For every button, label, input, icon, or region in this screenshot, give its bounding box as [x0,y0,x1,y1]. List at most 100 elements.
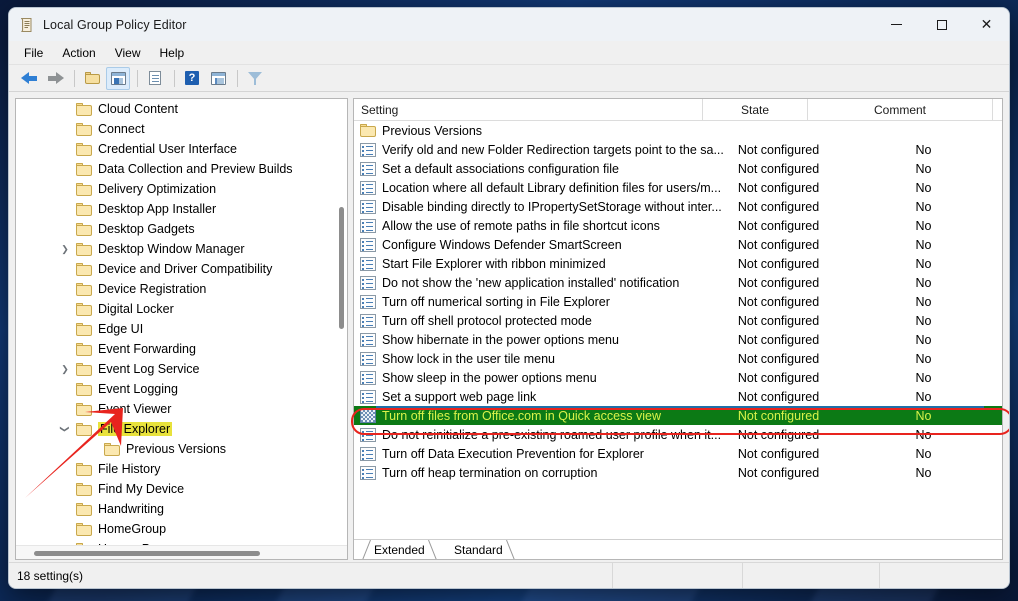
column-header-comment[interactable]: Comment [807,99,992,121]
table-row[interactable]: Do not reinitialize a pre-existing roame… [354,425,1002,444]
table-row[interactable]: Turn off heap termination on corruption N… [354,463,1002,482]
tree-node-label: Event Log Service [98,361,200,376]
tree-node[interactable]: ❯Event Forwarding [16,339,347,359]
folder-icon [76,342,92,356]
folder-icon [76,302,92,316]
tab-extended[interactable]: Extended [362,540,437,559]
policy-setting-icon [360,294,376,309]
table-row[interactable]: Disable binding directly to IPropertySet… [354,197,1002,216]
policy-setting-icon [360,256,376,271]
table-row[interactable]: Show lock in the user tile menu Not confi… [354,349,1002,368]
table-row[interactable]: Turn off Data Execution Prevention for E… [354,444,1002,463]
policy-setting-icon [360,389,376,404]
status-text: 18 setting(s) [17,568,84,583]
status-cell [879,563,1009,588]
local-group-policy-editor-window: Local Group Policy Editor ✕ File Action … [8,7,1010,589]
export-list-button[interactable] [143,67,167,90]
tab-standard-label: Standard [454,543,503,557]
table-row[interactable]: Previous Versions [354,121,1002,140]
tree-node[interactable]: ❯Device Registration [16,279,347,299]
tree-node[interactable]: ❯Handwriting [16,499,347,519]
menu-file[interactable]: File [15,43,52,63]
tree-node[interactable]: ❯Data Collection and Preview Builds [16,159,347,179]
minimize-button[interactable] [874,8,919,41]
toolbar-separator [137,69,138,87]
tab-standard[interactable]: Standard [450,540,515,559]
up-one-level-button[interactable] [80,67,104,90]
menu-help[interactable]: Help [151,43,194,63]
close-button[interactable]: ✕ [964,8,1009,41]
settings-list[interactable]: Previous Versions Verify old and new Fold… [354,121,1002,539]
column-header-state[interactable]: State [702,99,807,121]
tree-horizontal-scroll-thumb[interactable] [34,551,260,556]
tree-node[interactable]: ❯Connect [16,119,347,139]
show-hide-action-pane-button[interactable] [206,67,230,90]
table-row[interactable]: Allow the use of remote paths in file sh… [354,216,1002,235]
tree-node[interactable]: ❯Desktop App Installer [16,199,347,219]
tree-horizontal-scrollbar[interactable] [16,545,347,559]
folder-icon [76,122,92,136]
maximize-button[interactable] [919,8,964,41]
tree-node-label: Device and Driver Compatibility [98,261,273,276]
tree-node[interactable]: ❯ Event Log Service [16,359,347,379]
minimize-icon [891,24,902,25]
scroll-document-icon [19,17,35,33]
table-row[interactable]: Show hibernate in the power options menu… [354,330,1002,349]
setting-state: Not configured [737,294,820,309]
tree-node[interactable]: ❯Digital Locker [16,299,347,319]
table-row[interactable]: Verify old and new Folder Redirection ta… [354,140,1002,159]
tree-node[interactable]: ❯Edge UI [16,319,347,339]
table-row-selected[interactable]: Turn off files from Office.com in Quick … [354,406,1002,425]
table-row[interactable]: Configure Windows Defender SmartScreen No… [354,235,1002,254]
setting-state: Not configured [737,446,820,461]
policy-setting-icon [360,351,376,366]
policy-setting-icon [360,180,376,195]
tree-node-label: Desktop Gadgets [98,221,195,236]
table-row[interactable]: Turn off shell protocol protected mode No… [354,311,1002,330]
chevron-right-icon[interactable]: ❯ [58,242,72,256]
forward-button[interactable] [43,67,67,90]
tree-node[interactable]: ❯ Desktop Window Manager [16,239,347,259]
table-row[interactable]: Show sleep in the power options menu Not … [354,368,1002,387]
setting-name: Disable binding directly to IPropertySet… [382,199,722,214]
table-row[interactable]: Set a default associations configuration… [354,159,1002,178]
chevron-right-icon[interactable]: ❯ [58,362,72,376]
tree-node-label: Cloud Content [98,101,178,116]
setting-state: Not configured [737,161,820,176]
table-row[interactable]: Location where all default Library defin… [354,178,1002,197]
tree-node[interactable]: ❯Device and Driver Compatibility [16,259,347,279]
tree-node[interactable]: ❯Delivery Optimization [16,179,347,199]
tree-node[interactable]: ❯Event Logging [16,379,347,399]
column-header-filler [992,99,1002,121]
menu-action[interactable]: Action [53,43,104,63]
table-row[interactable]: Do not show the 'new application install… [354,273,1002,292]
filter-button[interactable] [243,67,267,90]
policy-setting-icon [360,370,376,385]
setting-comment: No [915,256,932,271]
toolbar: ? [9,65,1009,92]
policy-setting-icon [360,218,376,233]
setting-comment: No [915,465,932,480]
tree-vertical-scrollbar[interactable] [339,207,344,329]
folder-icon [76,362,92,376]
table-row[interactable]: Set a support web page link Not configure… [354,387,1002,406]
show-hide-console-tree-button[interactable] [106,66,130,90]
policy-setting-icon [360,161,376,176]
column-header-setting[interactable]: Setting [354,99,702,121]
tree-node[interactable]: ❯Cloud Content [16,99,347,119]
policy-setting-icon [360,332,376,347]
tree-node[interactable]: ❯Desktop Gadgets [16,219,347,239]
tree-node[interactable]: ❯Credential User Interface [16,139,347,159]
help-button[interactable]: ? [180,67,204,90]
title-bar: Local Group Policy Editor ✕ [9,8,1009,41]
setting-comment: No [915,351,932,366]
back-button[interactable] [17,67,41,90]
tree-node[interactable]: ❯HomeGroup [16,519,347,539]
setting-state: Not configured [737,408,820,423]
table-row[interactable]: Turn off numerical sorting in File Explo… [354,292,1002,311]
setting-name: Do not show the 'new application install… [382,275,680,290]
status-cell [612,563,742,588]
setting-name: Configure Windows Defender SmartScreen [382,237,622,252]
menu-view[interactable]: View [106,43,150,63]
table-row[interactable]: Start File Explorer with ribbon minimize… [354,254,1002,273]
